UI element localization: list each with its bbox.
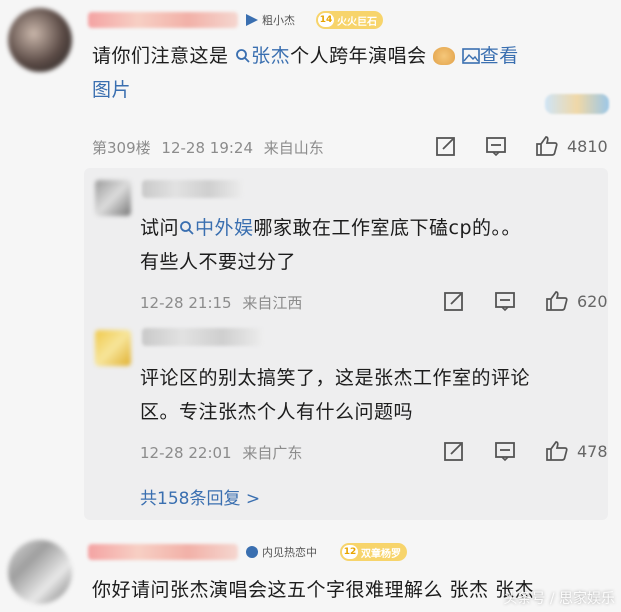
fan-badge: 14 火火巨石 [316, 11, 383, 29]
share-icon [436, 137, 455, 156]
user-tag: 内见热恋中 [246, 544, 317, 560]
image-icon [461, 48, 480, 64]
avatar[interactable] [8, 540, 72, 604]
fan-level: 14 [318, 13, 334, 27]
share-icon [444, 292, 463, 311]
thumbs-up-icon [536, 136, 558, 156]
thumbs-up-icon [546, 441, 568, 461]
decorative-sticker-icon [545, 94, 609, 114]
comment-text-prefix: 请你们注意这是 [92, 45, 229, 67]
topic-link-text: 张杰 [251, 45, 291, 67]
watermark: 头条号 / 思家娱乐 [503, 591, 615, 607]
username[interactable] [88, 12, 238, 28]
search-icon [236, 49, 250, 63]
comment-text-middle: 个人跨年演唱会 [290, 45, 427, 67]
more-replies-link[interactable]: 共158条回复 > [140, 484, 260, 509]
like-button[interactable]: 4810 [535, 135, 608, 157]
reply-location: 来自江西 [242, 294, 303, 312]
user-tag: 粗小杰 [246, 12, 295, 28]
share-icon [444, 442, 463, 461]
reply-text-line1: 评论区的别太搞笑了，这是张杰工作室的评论 [140, 367, 531, 389]
share-button[interactable] [443, 290, 465, 312]
view-image-link-wrap[interactable]: 图片 [92, 74, 131, 106]
topic-link[interactable]: 张杰 [235, 45, 290, 67]
send-icon [246, 14, 258, 26]
like-count: 478 [577, 441, 608, 461]
avatar[interactable] [95, 330, 131, 366]
fan-badge-text: 双章杨罗 [361, 548, 401, 560]
like-count: 4810 [567, 136, 608, 156]
emoji-icon [433, 47, 456, 65]
comment-icon [486, 137, 506, 157]
tag-label: 内见热恋中 [262, 546, 317, 559]
comment-button[interactable] [485, 135, 507, 157]
reply-text-rest: 哪家敢在工作室底下磕cp的。。 [253, 217, 522, 239]
username[interactable] [142, 328, 262, 346]
comment-text: 请你们注意这是 张杰个人跨年演唱会 查看 [92, 40, 602, 72]
reply-text-line2: 区。专注张杰个人有什么问题吗 [140, 401, 414, 423]
like-button[interactable]: 478 [545, 440, 608, 462]
share-button[interactable] [435, 135, 457, 157]
fan-badge: 12 双章杨罗 [340, 543, 407, 561]
thumbs-up-icon [546, 291, 568, 311]
reply-text-prefix: 试问 [140, 217, 180, 239]
heart-icon [246, 546, 258, 558]
share-button[interactable] [443, 440, 465, 462]
comment-location: 来自山东 [263, 139, 324, 157]
comment-icon [495, 292, 515, 312]
avatar[interactable] [95, 180, 131, 216]
like-button[interactable]: 620 [545, 290, 608, 312]
topic-link-text: 中外娱 [195, 217, 254, 239]
comment-button[interactable] [494, 290, 516, 312]
comment-button[interactable] [494, 440, 516, 462]
reply-meta: 12-28 22:01 来自广东 [140, 442, 302, 463]
fan-level: 12 [342, 545, 358, 559]
reply-text: 试问 中外娱哪家敢在工作室底下磕cp的。。 [140, 212, 600, 244]
like-count: 620 [577, 291, 608, 311]
comment-meta: 第309楼 12-28 19:24 来自山东 [92, 137, 324, 158]
reply-location: 来自广东 [242, 444, 303, 462]
avatar[interactable] [8, 8, 72, 72]
comment-icon [495, 442, 515, 462]
fan-badge-text: 火火巨石 [337, 16, 377, 28]
topic-link[interactable]: 中外娱 [179, 217, 254, 239]
view-image-link[interactable]: 查看 [461, 45, 519, 67]
reply-date: 12-28 21:15 [140, 294, 232, 312]
reply-text-line2: 有些人不要过分了 [140, 251, 297, 273]
reply-date: 12-28 22:01 [140, 444, 232, 462]
username[interactable] [142, 180, 242, 198]
reply-meta: 12-28 21:15 来自江西 [140, 292, 302, 313]
floor-number: 第309楼 [92, 139, 151, 157]
tag-label: 粗小杰 [262, 14, 295, 27]
view-image-text: 查看 [479, 45, 519, 67]
username[interactable] [88, 544, 238, 560]
search-icon [180, 221, 194, 235]
comment-date: 12-28 19:24 [161, 139, 254, 157]
